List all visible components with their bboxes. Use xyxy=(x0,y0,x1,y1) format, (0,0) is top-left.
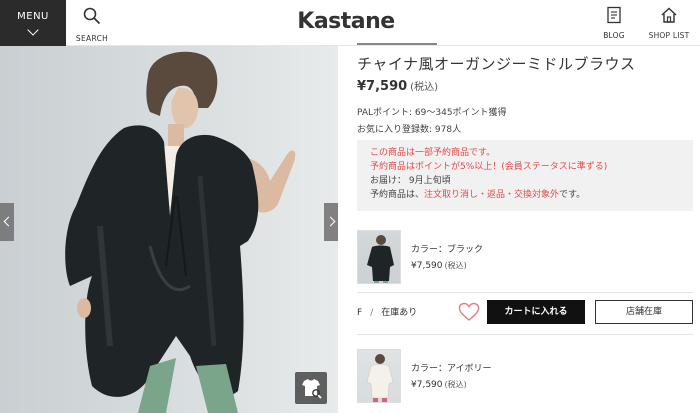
shop-list-label: SHOP LIST xyxy=(648,31,690,40)
price-value: ¥7,590 xyxy=(357,79,408,94)
variant-thumbnail[interactable] xyxy=(357,230,401,284)
variant-photo-black xyxy=(367,235,394,283)
blog-icon xyxy=(607,6,621,24)
variant-ivory[interactable]: カラー：アイボリー ¥7,590 (税込) xyxy=(357,349,693,409)
variant-black[interactable]: カラー：ブラック ¥7,590 (税込) xyxy=(357,230,693,290)
stock-info: F / 在庫あり xyxy=(357,305,417,318)
notice-delivery: お届け： 9月上旬頃 xyxy=(370,176,451,186)
variant-info: カラー：アイボリー ¥7,590 (税込) xyxy=(411,361,492,393)
reservation-notice: この商品は一部予約商品です。 予約商品はポイントが5%以上！(会員ステータスに準… xyxy=(357,140,693,211)
gallery-prev-button[interactable] xyxy=(0,203,14,241)
zoom-shirt-icon xyxy=(302,379,322,399)
variant-tax: (税込) xyxy=(444,261,467,270)
stock-status: 在庫あり xyxy=(381,308,418,318)
site-logo[interactable]: Kastane xyxy=(0,9,692,34)
blog-button[interactable]: BLOG xyxy=(598,6,630,40)
variant-price: ¥7,590 xyxy=(411,380,443,390)
notice-line-4-prefix: 予約商品は、 xyxy=(370,190,425,200)
notice-line-2: 予約商品はポイントが5%以上！(会員ステータスに準ずる) xyxy=(370,162,608,172)
product-photo xyxy=(65,51,296,413)
variant-tax: (税込) xyxy=(444,380,467,389)
store-stock-button[interactable]: 店舗在庫 xyxy=(595,300,693,324)
variant-color: カラー：アイボリー xyxy=(411,364,492,374)
search-label: SEARCH xyxy=(75,34,109,43)
title-top-rule xyxy=(357,43,437,45)
product-title: チャイナ風オーガンジーミドルブラウス xyxy=(357,55,636,73)
variant-price: ¥7,590 xyxy=(411,261,443,271)
divider xyxy=(357,292,693,293)
divider xyxy=(357,334,693,335)
gallery-next-button[interactable] xyxy=(324,203,338,241)
variant-price-row: ¥7,590 (税込) xyxy=(411,258,483,274)
zoom-button[interactable] xyxy=(295,372,327,404)
heart-icon xyxy=(458,302,480,321)
stock-separator: / xyxy=(370,308,374,318)
favorite-button[interactable] xyxy=(458,302,480,322)
product-price: ¥7,590 (税込) xyxy=(357,78,438,94)
shop-list-button[interactable]: SHOP LIST xyxy=(645,6,693,40)
notice-line-1: この商品は一部予約商品です。 xyxy=(370,148,496,158)
variant-price-row: ¥7,590 (税込) xyxy=(411,377,492,393)
variant-photo-ivory xyxy=(366,354,394,402)
stock-row: F / 在庫あり カートに入れる 店舗在庫 xyxy=(357,297,693,330)
site-header: MENU SEARCH Kastane BLOG SHOP LIST xyxy=(0,0,700,46)
variant-color: カラー：ブラック xyxy=(411,245,484,255)
notice-line-4-highlight: 注文取り消し・返品・交換対象外 xyxy=(424,190,560,200)
notice-line-4: 予約商品は、注文取り消し・返品・交換対象外です。 xyxy=(370,188,680,202)
variant-thumbnail[interactable] xyxy=(357,349,401,403)
variant-info: カラー：ブラック ¥7,590 (税込) xyxy=(411,242,483,274)
points-info: PALポイント: 69～345ポイント獲得 xyxy=(357,108,507,118)
stock-size: F xyxy=(357,308,363,318)
blog-label: BLOG xyxy=(603,31,625,40)
product-image-gallery[interactable] xyxy=(0,46,338,413)
add-to-cart-button[interactable]: カートに入れる xyxy=(487,300,585,324)
notice-line-4-suffix: です。 xyxy=(559,190,586,200)
price-tax-note: (税込) xyxy=(410,82,438,93)
favorite-count: お気に入り登録数: 978人 xyxy=(357,125,462,135)
home-icon xyxy=(661,7,677,23)
